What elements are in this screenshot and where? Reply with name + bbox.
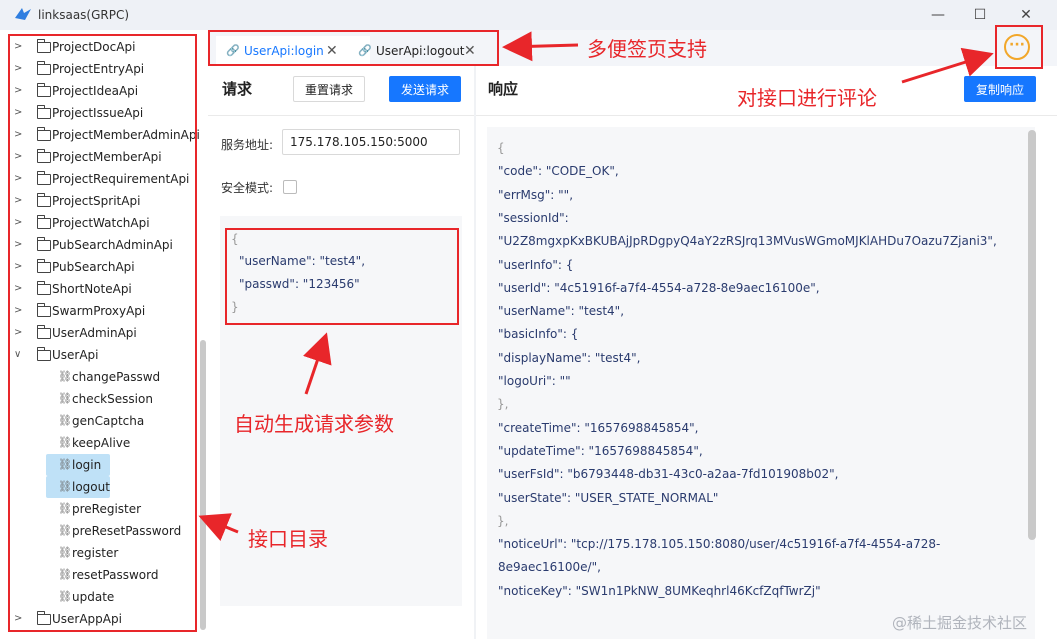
response-panel: 响应 复制响应 { "code": "CODE_OK", "errMsg": "",… — [476, 66, 1057, 639]
secure-mode-checkbox[interactable] — [283, 180, 297, 194]
code-line: 8e9aec16100e/", — [498, 560, 601, 575]
code-line: "sessionId": — [498, 210, 569, 225]
response-body-viewer[interactable]: { "code": "CODE_OK", "errMsg": "", "session… — [487, 127, 1035, 639]
window-title: linksaas(GRPC) — [38, 8, 130, 22]
server-address-input[interactable]: 175.178.105.150:5000 — [282, 129, 460, 155]
annotation-box-params — [225, 228, 459, 325]
minimize-button[interactable]: — — [928, 5, 948, 25]
divider — [476, 115, 1057, 116]
code-line: "userState": "USER_STATE_NORMAL" — [498, 490, 719, 505]
code-line: { — [497, 141, 505, 155]
response-scrollbar[interactable] — [1028, 130, 1036, 540]
title-bar: linksaas(GRPC) — ☐ ✕ — [0, 0, 1057, 30]
code-line: "userId": "4c51916f-a7f4-4554-a728-8e9ae… — [498, 280, 820, 295]
code-line: "updateTime": "1657698845854", — [498, 443, 703, 458]
code-line: "code": "CODE_OK", — [498, 164, 619, 179]
annotation-text-tabs: 多便签页支持 — [587, 37, 707, 61]
annotation-text-comment: 对接口进行评论 — [737, 86, 877, 110]
code-line: "noticeKey": "SW1n1PkNW_8UMKeqhrl46KcfZq… — [498, 583, 821, 598]
annotation-text-params: 自动生成请求参数 — [234, 412, 394, 436]
server-address-label: 服务地址: — [221, 138, 274, 152]
code-line: "basicInfo": { — [498, 327, 579, 342]
code-line: "noticeUrl": "tcp://175.178.105.150:8080… — [498, 537, 941, 552]
code-line: }, — [497, 397, 509, 412]
annotation-box-catalog — [8, 34, 197, 632]
annotation-box-tabs — [208, 30, 499, 66]
divider — [208, 115, 474, 116]
copy-response-button[interactable]: 复制响应 — [964, 76, 1036, 102]
send-request-button[interactable]: 发送请求 — [389, 76, 461, 102]
code-line: "errMsg": "", — [498, 187, 574, 202]
code-line: }, — [497, 513, 509, 528]
code-line: "createTime": "1657698845854", — [498, 420, 699, 435]
sidebar-scrollbar[interactable] — [200, 340, 206, 630]
response-title: 响应 — [488, 80, 519, 98]
annotation-text-catalog: 接口目录 — [248, 527, 328, 551]
reset-request-button[interactable]: 重置请求 — [293, 76, 365, 102]
code-line: "userFsId": "b6793448-db31-43c0-a2aa-7fd… — [498, 467, 839, 482]
code-line: "logoUri": "" — [498, 374, 571, 388]
close-button[interactable]: ✕ — [1016, 5, 1036, 25]
secure-mode-label: 安全模式: — [221, 181, 274, 195]
code-line: "userName": "test4", — [498, 304, 625, 319]
maximize-button[interactable]: ☐ — [970, 5, 990, 25]
code-line: "displayName": "test4", — [498, 350, 641, 365]
request-title: 请求 — [222, 80, 253, 98]
code-line: "U2Z8mgxpKxBKUBAjJpRDgpyQ4aY2zRSJrq13MVu… — [498, 234, 997, 249]
code-line: "userInfo": { — [498, 257, 574, 272]
request-panel: 请求 重置请求 发送请求 服务地址: 175.178.105.150:5000 … — [208, 66, 474, 639]
app-logo-icon — [15, 8, 31, 20]
watermark: @稀土掘金技术社区 — [892, 614, 1028, 632]
annotation-box-comment — [995, 25, 1043, 69]
